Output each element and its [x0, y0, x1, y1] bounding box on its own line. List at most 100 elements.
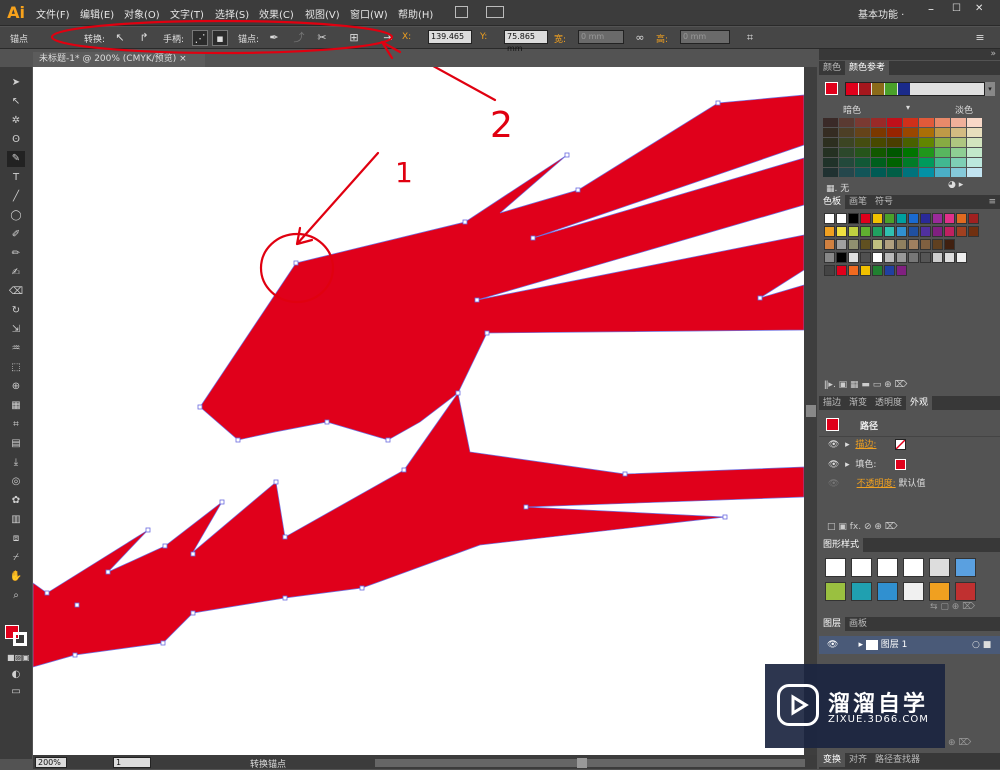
guide-swatch[interactable] — [967, 148, 982, 157]
canvas[interactable]: 1 2 — [33, 67, 804, 755]
guide-swatch[interactable] — [855, 168, 870, 177]
guide-swatch[interactable] — [839, 118, 854, 127]
color-swatch[interactable] — [872, 226, 883, 237]
color-swatch[interactable] — [824, 226, 835, 237]
tab-symbols[interactable]: 符号 — [871, 195, 897, 209]
tab-brushes[interactable]: 画笔 — [845, 195, 871, 209]
hand-tool-icon[interactable]: ✋ — [7, 569, 25, 585]
graphic-style-swatch[interactable] — [929, 582, 950, 601]
opacity-label[interactable]: 不透明度: — [857, 479, 896, 489]
color-swatch[interactable] — [932, 252, 943, 263]
color-swatch[interactable] — [920, 226, 931, 237]
color-swatch[interactable] — [848, 239, 859, 250]
tab-align[interactable]: 对齐 — [845, 753, 871, 767]
color-swatch[interactable] — [872, 265, 883, 276]
selection-tool-icon[interactable]: ➤ — [7, 75, 25, 91]
zoom-field[interactable]: 200% — [35, 757, 67, 768]
guide-swatch[interactable] — [951, 128, 966, 137]
eye-icon[interactable]: 👁 — [828, 479, 839, 489]
dock-collapse-bar[interactable]: » — [819, 49, 1000, 60]
color-swatch[interactable] — [836, 213, 847, 224]
guide-swatch[interactable] — [951, 168, 966, 177]
color-swatch[interactable] — [860, 239, 871, 250]
color-swatch[interactable] — [824, 239, 835, 250]
guide-swatch[interactable] — [967, 168, 982, 177]
color-swatch[interactable] — [884, 213, 895, 224]
guide-swatch[interactable] — [871, 168, 886, 177]
color-swatch[interactable] — [944, 252, 955, 263]
guide-swatch[interactable] — [919, 138, 934, 147]
guide-swatch[interactable] — [839, 148, 854, 157]
tab-gradient[interactable]: 渐变 — [845, 396, 871, 410]
lasso-tool-icon[interactable]: ʘ — [7, 132, 25, 148]
color-swatch[interactable] — [824, 252, 835, 263]
guide-variation-dropdown[interactable]: ▾ — [906, 103, 910, 112]
eyedropper-tool-icon[interactable]: ⤓ — [7, 455, 25, 471]
guide-swatch[interactable] — [935, 118, 950, 127]
line-tool-icon[interactable]: ╱ — [7, 189, 25, 205]
color-swatch[interactable] — [920, 252, 931, 263]
guide-swatch[interactable] — [887, 138, 902, 147]
guide-swatch[interactable] — [855, 158, 870, 167]
harmony-color-5[interactable] — [898, 83, 910, 95]
guide-swatch[interactable] — [919, 158, 934, 167]
tab-color-guide[interactable]: 颜色参考 — [845, 61, 890, 75]
symbol-sprayer-tool-icon[interactable]: ✿ — [7, 493, 25, 509]
type-tool-icon[interactable]: T — [7, 170, 25, 186]
stroke-color-swatch[interactable] — [13, 632, 27, 646]
color-swatch[interactable] — [824, 265, 835, 276]
graphic-style-swatch[interactable] — [903, 558, 924, 577]
guide-swatch[interactable] — [935, 128, 950, 137]
color-swatch[interactable] — [836, 239, 847, 250]
color-swatch[interactable] — [908, 239, 919, 250]
shape-builder-tool-icon[interactable]: ⊕ — [7, 379, 25, 395]
drawing-modes-icon[interactable]: ◐ — [7, 667, 25, 683]
guide-swatch[interactable] — [823, 148, 838, 157]
blob-brush-tool-icon[interactable]: ✍ — [7, 265, 25, 281]
direct-selection-tool-icon[interactable]: ↖ — [7, 94, 25, 110]
rotate-tool-icon[interactable]: ↻ — [7, 303, 25, 319]
fill-swatch[interactable] — [895, 459, 906, 470]
graphic-style-swatch[interactable] — [929, 558, 950, 577]
color-swatch[interactable] — [896, 252, 907, 263]
eye-icon[interactable]: 👁 — [828, 440, 839, 450]
layer-target-icon[interactable]: ○ ■ — [972, 640, 991, 650]
horizontal-scrollbar[interactable] — [375, 759, 805, 767]
guide-swatch[interactable] — [887, 158, 902, 167]
color-swatch[interactable] — [848, 213, 859, 224]
color-swatch[interactable] — [968, 226, 979, 237]
color-swatch[interactable] — [944, 239, 955, 250]
stroke-row[interactable]: 👁 ▸ 描边: — [828, 436, 876, 454]
guide-swatch[interactable] — [855, 128, 870, 137]
guide-swatch[interactable] — [935, 168, 950, 177]
guide-swatch[interactable] — [855, 138, 870, 147]
graphic-styles-grid[interactable] — [825, 558, 980, 601]
harmony-dropdown-icon[interactable]: ▾ — [985, 82, 995, 96]
guide-swatch[interactable] — [903, 138, 918, 147]
color-swatch[interactable] — [860, 213, 871, 224]
guide-swatch[interactable] — [839, 158, 854, 167]
color-swatch[interactable] — [944, 213, 955, 224]
guide-swatch[interactable] — [919, 168, 934, 177]
swatch-grid[interactable] — [824, 213, 982, 285]
color-swatch[interactable] — [896, 213, 907, 224]
tab-artboards[interactable]: 画板 — [845, 617, 871, 631]
guide-swatch[interactable] — [855, 148, 870, 157]
guide-swatch[interactable] — [903, 118, 918, 127]
guide-swatch[interactable] — [919, 148, 934, 157]
color-swatch[interactable] — [920, 213, 931, 224]
graphic-style-swatch[interactable] — [955, 582, 976, 601]
color-swatch[interactable] — [860, 252, 871, 263]
color-swatch[interactable] — [968, 213, 979, 224]
graphic-style-swatch[interactable] — [903, 582, 924, 601]
guide-swatch[interactable] — [935, 138, 950, 147]
guide-swatch[interactable] — [823, 118, 838, 127]
close-window-button[interactable]: ✕ — [975, 3, 983, 14]
color-swatch[interactable] — [884, 239, 895, 250]
fill-row[interactable]: 👁 ▸ 填色: — [828, 456, 876, 474]
minimize-button[interactable]: – — [928, 2, 934, 16]
color-swatch[interactable] — [848, 252, 859, 263]
harmony-color-3[interactable] — [872, 83, 884, 95]
color-swatch[interactable] — [860, 265, 871, 276]
guide-swatch[interactable] — [823, 168, 838, 177]
